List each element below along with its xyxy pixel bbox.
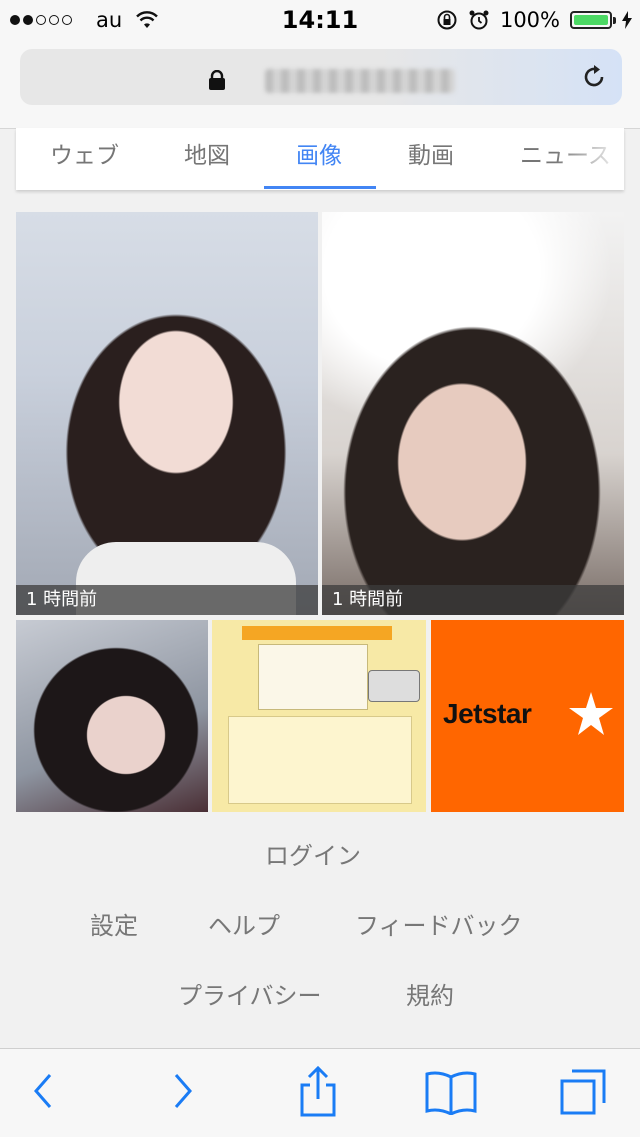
forward-icon[interactable] bbox=[172, 1071, 194, 1111]
image-result[interactable]: Jetstar bbox=[431, 620, 624, 812]
tab-images[interactable]: 画像 bbox=[296, 136, 342, 170]
document-form bbox=[258, 644, 368, 710]
charging-bolt-icon bbox=[622, 11, 632, 29]
image-caption: 1 時間前 bbox=[16, 585, 318, 615]
image-result[interactable]: 1 時間前 bbox=[16, 212, 318, 615]
status-right: 100% bbox=[436, 8, 632, 32]
image-caption: 1 時間前 bbox=[322, 585, 624, 615]
image-result[interactable] bbox=[212, 620, 426, 812]
browser-toolbar bbox=[0, 1048, 640, 1137]
settings-link[interactable]: 設定 bbox=[90, 906, 138, 941]
image-result[interactable] bbox=[16, 620, 208, 812]
rotation-lock-icon bbox=[437, 10, 457, 30]
tab-maps[interactable]: 地図 bbox=[184, 136, 230, 170]
tabs-icon[interactable] bbox=[558, 1067, 608, 1117]
tab-videos[interactable]: 動画 bbox=[408, 136, 454, 170]
feedback-link[interactable]: フィードバック bbox=[355, 906, 523, 941]
jetstar-logo-text: Jetstar bbox=[443, 698, 532, 729]
status-bar: au 14:11 100% bbox=[0, 0, 640, 40]
active-tab-indicator bbox=[264, 186, 376, 189]
terms-link[interactable]: 規約 bbox=[406, 976, 454, 1011]
share-icon[interactable] bbox=[298, 1065, 338, 1117]
back-icon[interactable] bbox=[32, 1071, 54, 1111]
battery-percent: 100% bbox=[499, 8, 560, 32]
address-field[interactable] bbox=[20, 49, 622, 105]
tab-web[interactable]: ウェブ bbox=[50, 136, 119, 170]
search-type-tabs: ウェブ 地図 画像 動画 ニュース bbox=[16, 128, 624, 190]
image-result[interactable]: 1 時間前 bbox=[322, 212, 624, 615]
privacy-link[interactable]: プライバシー bbox=[178, 976, 322, 1011]
address-bar-area bbox=[0, 40, 640, 129]
battery-icon bbox=[570, 11, 616, 29]
alarm-icon bbox=[469, 10, 489, 30]
bus-illustration bbox=[368, 670, 420, 702]
document-section bbox=[228, 716, 412, 804]
document-banner bbox=[242, 626, 392, 640]
tab-fade bbox=[554, 128, 624, 188]
lock-icon bbox=[209, 70, 225, 90]
bookmarks-icon[interactable] bbox=[424, 1069, 478, 1115]
login-link[interactable]: ログイン bbox=[265, 836, 361, 871]
reload-icon[interactable] bbox=[580, 63, 608, 91]
help-link[interactable]: ヘルプ bbox=[208, 906, 280, 941]
star-icon bbox=[569, 692, 613, 735]
url-text-obscured bbox=[265, 69, 455, 93]
battery-fill bbox=[574, 15, 608, 25]
